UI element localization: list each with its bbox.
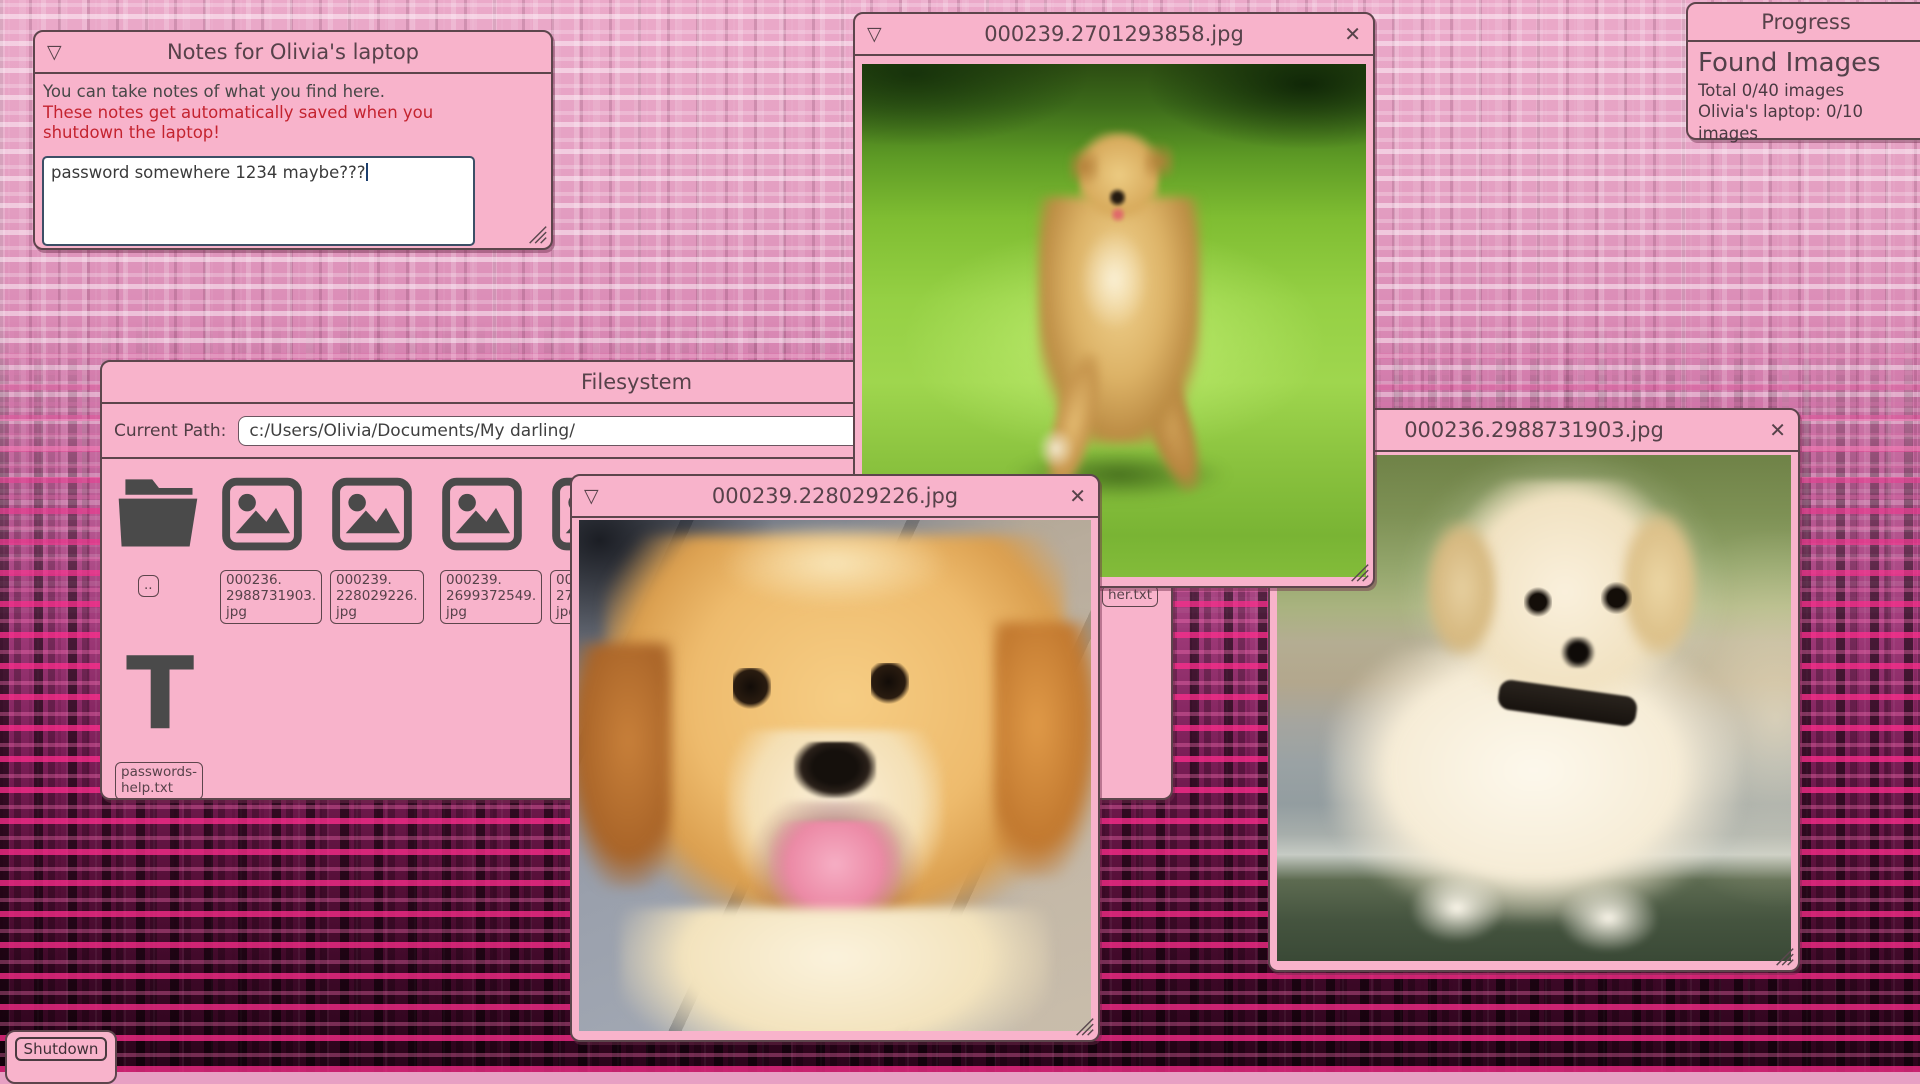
- file-item-image-2[interactable]: [330, 474, 414, 554]
- resize-handle[interactable]: [526, 223, 548, 245]
- image-file-icon: [330, 474, 414, 554]
- resize-handle[interactable]: [1773, 945, 1795, 967]
- image-window-titlebar[interactable]: ▽ 000239.2701293858.jpg ✕: [855, 14, 1373, 56]
- file-label-image-3[interactable]: 000239. 2699372549. jpg: [440, 570, 542, 624]
- minimize-icon[interactable]: ▽: [584, 485, 610, 507]
- notes-titlebar[interactable]: ▽ Notes for Olivia's laptop: [35, 32, 551, 74]
- image-file-icon: [440, 474, 524, 554]
- notes-text: password somewhere 1234 maybe???: [51, 163, 366, 182]
- folder-icon: [112, 470, 204, 554]
- window-title: 000236.2988731903.jpg: [1308, 418, 1760, 442]
- file-label-image-2[interactable]: 000239. 228029226. jpg: [330, 570, 424, 624]
- window-title: Notes for Olivia's laptop: [73, 40, 513, 64]
- progress-panel: Progress Found Images Total 0/40 images …: [1686, 2, 1920, 140]
- close-icon[interactable]: ✕: [1060, 484, 1086, 508]
- close-icon[interactable]: ✕: [1760, 418, 1786, 442]
- notes-textarea[interactable]: password somewhere 1234 maybe???: [42, 156, 475, 246]
- image-file-icon: [220, 474, 304, 554]
- shutdown-button-label: Shutdown: [15, 1037, 108, 1061]
- current-path-label: Current Path:: [114, 421, 226, 441]
- file-label-image-1[interactable]: 000236. 2988731903. jpg: [220, 570, 322, 624]
- file-label-parent-folder[interactable]: ..: [138, 574, 159, 597]
- window-title: 000239.228029226.jpg: [610, 484, 1060, 508]
- minimize-icon[interactable]: ▽: [47, 41, 73, 63]
- minimize-icon[interactable]: ▽: [867, 23, 893, 45]
- text-cursor: [366, 163, 368, 181]
- image-window-000239-228029226: ▽ 000239.228029226.jpg ✕: [570, 474, 1100, 1042]
- text-file-icon: T: [126, 635, 194, 752]
- found-images-heading: Found Images: [1698, 48, 1914, 78]
- photo-golden-puppy-closeup: [579, 520, 1091, 1031]
- shutdown-button[interactable]: Shutdown: [5, 1030, 117, 1084]
- resize-handle[interactable]: [1348, 561, 1370, 583]
- file-item-image-3[interactable]: [440, 474, 524, 554]
- window-title: 000239.2701293858.jpg: [893, 22, 1335, 46]
- file-item-parent-folder[interactable]: [112, 470, 204, 554]
- resize-handle[interactable]: [1073, 1015, 1095, 1037]
- notes-info-text: You can take notes of what you find here…: [43, 82, 541, 103]
- progress-titlebar: Progress: [1688, 4, 1920, 42]
- panel-title: Progress: [1698, 10, 1914, 34]
- progress-total: Total 0/40 images: [1698, 80, 1914, 101]
- file-item-passwords-help[interactable]: T: [126, 644, 194, 744]
- progress-olivias-laptop: Olivia's laptop: 0/10 images: [1698, 101, 1914, 144]
- file-item-image-1[interactable]: [220, 474, 304, 554]
- notes-window: ▽ Notes for Olivia's laptop You can take…: [33, 30, 553, 250]
- image-window-titlebar[interactable]: ▽ 000239.228029226.jpg ✕: [572, 476, 1098, 518]
- file-label-passwords-help[interactable]: passwords- help.txt: [115, 762, 203, 800]
- close-icon[interactable]: ✕: [1335, 22, 1361, 46]
- notes-warning-text: These notes get automatically saved when…: [43, 103, 503, 144]
